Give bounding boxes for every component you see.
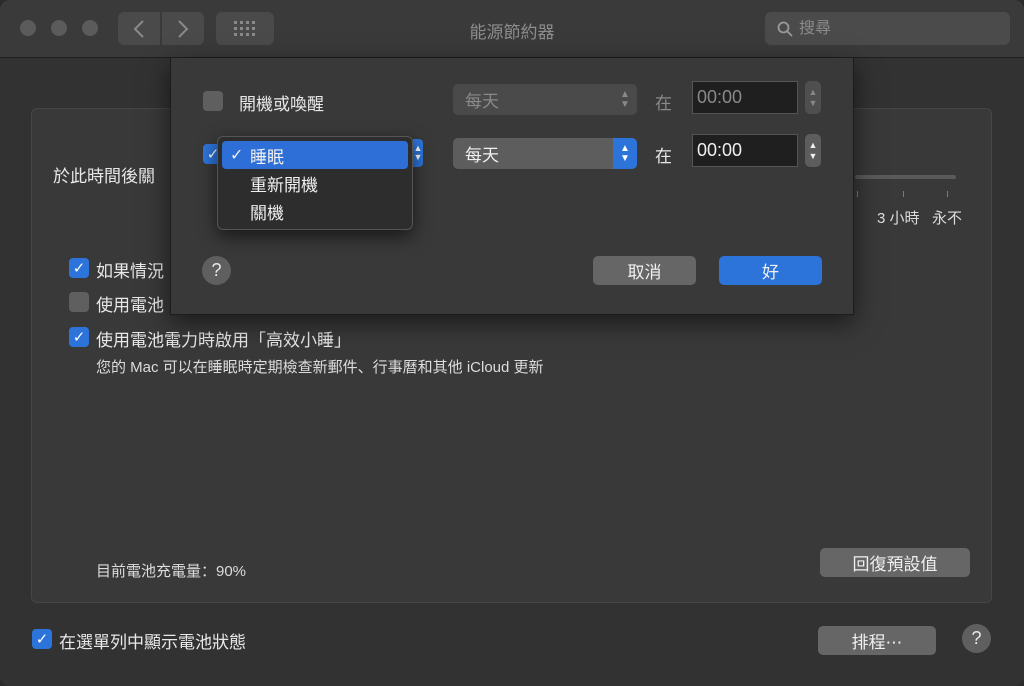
checkmark-icon: ✓: [230, 147, 244, 164]
cancel-button[interactable]: 取消: [593, 256, 696, 285]
sleep-at-label: 在: [655, 147, 672, 166]
chevron-updown-icon: ▲ ▼: [613, 138, 637, 169]
show-battery-status-checkbox[interactable]: ✓: [32, 629, 52, 649]
battery-level-text: 目前電池充電量：90%: [96, 563, 247, 580]
option-label-2: 使用電池: [96, 296, 164, 315]
slider-tick: [947, 191, 948, 197]
menu-item-label: 重新開機: [250, 175, 318, 195]
slider-tick-label-never: 永不: [932, 210, 963, 227]
startup-frequency-value: 每天: [465, 92, 499, 111]
help-button[interactable]: ?: [962, 624, 991, 653]
search-field[interactable]: [765, 12, 1010, 45]
startup-time-field[interactable]: 00:00: [692, 81, 798, 114]
search-icon: [777, 21, 793, 37]
menu-item-sleep[interactable]: ✓ 睡眠: [222, 141, 408, 169]
sleep-after-label: 於此時間後關: [53, 167, 155, 186]
show-battery-status-label: 在選單列中顯示電池狀態: [59, 633, 246, 652]
menu-item-restart[interactable]: 重新開機: [218, 169, 412, 197]
powernap-checkbox[interactable]: ✓: [69, 327, 89, 347]
option-checkbox-2[interactable]: [69, 292, 89, 312]
chevron-updown-icon: ▲ ▼: [620, 88, 630, 110]
title-bar: 能源節約器: [0, 0, 1024, 58]
startup-wake-checkbox[interactable]: [203, 91, 223, 111]
menu-item-shutdown[interactable]: 關機: [218, 197, 412, 225]
search-input[interactable]: [799, 19, 999, 38]
startup-time-stepper[interactable]: ▲ ▼: [805, 81, 821, 114]
menu-item-label: 關機: [250, 203, 284, 223]
menu-item-label: 睡眠: [250, 147, 284, 167]
action-popup-chevron[interactable]: ▲ ▼: [413, 139, 423, 167]
sleep-frequency-value: 每天: [465, 146, 499, 165]
powernap-label: 使用電池電力時啟用「高效小睡」: [96, 331, 351, 350]
startup-frequency-popup[interactable]: 每天 ▲ ▼: [453, 84, 637, 115]
restore-defaults-button[interactable]: 回復預設值: [820, 548, 970, 577]
sheet-help-button[interactable]: ?: [202, 256, 231, 285]
startup-at-label: 在: [655, 94, 672, 113]
sleep-frequency-popup[interactable]: 每天 ▲ ▼: [453, 138, 637, 169]
action-dropdown-menu: ✓ 睡眠 重新開機 關機: [217, 136, 413, 230]
energy-saver-window: 能源節約器 於此時間後關 3 小時 永不 ✓ 如果情況 使用電池 ✓ 使用電池電…: [0, 0, 1024, 686]
startup-wake-label: 開機或喚醒: [239, 95, 324, 114]
sleep-slider-track[interactable]: [855, 175, 956, 179]
option-label-1: 如果情況: [96, 262, 164, 281]
ok-button[interactable]: 好: [719, 256, 822, 285]
sleep-time-stepper[interactable]: ▲ ▼: [805, 134, 821, 167]
sleep-time-field[interactable]: 00:00: [692, 134, 798, 167]
slider-tick: [857, 191, 858, 197]
slider-tick-label-3h: 3 小時: [877, 210, 920, 227]
slider-tick: [903, 191, 904, 197]
schedule-button[interactable]: 排程⋯: [818, 626, 936, 655]
option-checkbox-1[interactable]: ✓: [69, 258, 89, 278]
powernap-description: 您的 Mac 可以在睡眠時定期檢查新郵件、行事曆和其他 iCloud 更新: [96, 359, 544, 376]
